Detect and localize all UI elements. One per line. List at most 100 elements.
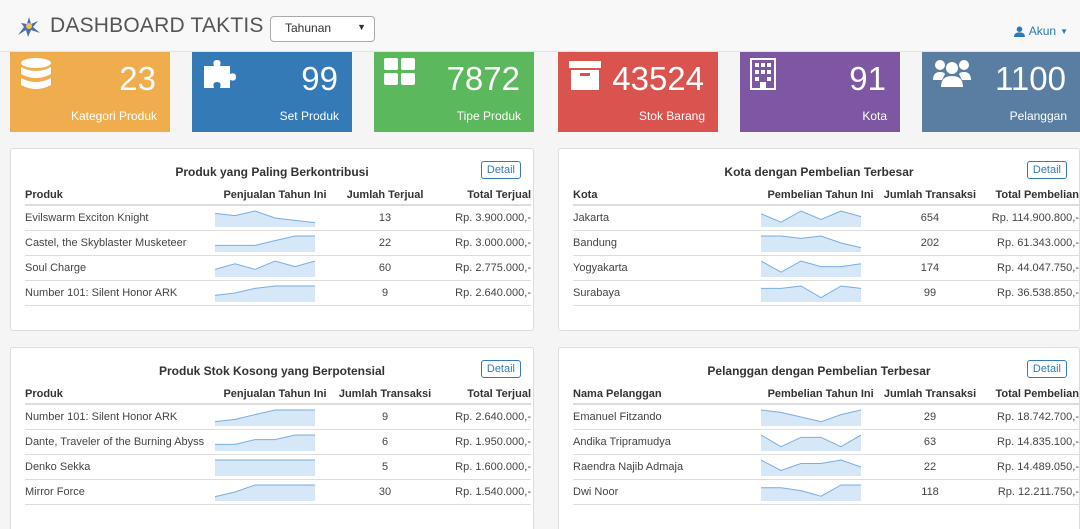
qty-cell: 30 xyxy=(335,479,435,505)
total-cell: Rp. 2.775.000,- xyxy=(435,255,531,281)
customer-name: Raendra Najib Admaja xyxy=(573,454,761,480)
sparkline-area xyxy=(215,210,315,227)
tile-value: 1100 xyxy=(995,60,1066,97)
product-name: Mirror Force xyxy=(25,479,215,505)
chevron-down-icon: ▼ xyxy=(357,22,366,32)
table-row[interactable]: Dante, Traveler of the Burning Abyss 6 Rp.… xyxy=(25,429,531,455)
total-cell: Rp. 2.640.000,- xyxy=(435,280,531,306)
tile-set-produk[interactable]: 99 Set Produk xyxy=(192,52,352,132)
account-menu[interactable]: Akun ▼ xyxy=(1013,24,1068,38)
total-cell: Rp. 36.538.850,- xyxy=(979,280,1079,306)
puzzle-icon xyxy=(202,58,238,97)
sparkline-area xyxy=(760,210,861,227)
table-row[interactable]: Evilswarm Exciton Knight 13 Rp. 3.900.000,… xyxy=(25,205,531,231)
sparkline-area xyxy=(215,459,315,476)
archive-icon xyxy=(568,58,602,97)
column-header: Jumlah Transaksi xyxy=(880,185,980,206)
column-header: Total Pembelian xyxy=(979,185,1079,206)
total-cell: Rp. 1.600.000,- xyxy=(435,454,531,480)
data-table: Produk Penjualan Tahun Ini Jumlah Transa… xyxy=(25,384,531,505)
panel-title: Kota dengan Pembelian Terbesar xyxy=(724,165,914,179)
qty-cell: 22 xyxy=(880,454,980,480)
tile-kategori-produk[interactable]: 23 Kategori Produk xyxy=(10,52,170,132)
database-icon xyxy=(20,58,52,101)
panel-top-customers: Pelanggan dengan Pembelian Terbesar Deta… xyxy=(558,347,1080,529)
table-row[interactable]: Castel, the Skyblaster Musketeer 22 Rp. 3.… xyxy=(25,230,531,256)
data-table: Kota Pembelian Tahun Ini Jumlah Transaks… xyxy=(573,185,1079,306)
table-row[interactable]: Number 101: Silent Honor ARK 9 Rp. 2.640.0… xyxy=(25,404,531,430)
table-row[interactable]: Andika Tripramudya 63 Rp. 14.835.100,- xyxy=(573,429,1079,455)
total-cell: Rp. 12.211.750,- xyxy=(979,479,1079,505)
sparkline xyxy=(215,409,315,426)
table-row[interactable]: Raendra Najib Admaja 22 Rp. 14.489.050,- xyxy=(573,454,1079,480)
caret-down-icon: ▼ xyxy=(1060,26,1068,36)
column-header: Jumlah Transaksi xyxy=(335,384,435,405)
panel-title: Produk Stok Kosong yang Berpotensial xyxy=(158,364,386,378)
panel-zero-stock: Produk Stok Kosong yang Berpotensial Det… xyxy=(10,347,534,529)
qty-cell: 118 xyxy=(880,479,980,505)
panel-top-products: Produk yang Paling Berkontribusi Detail … xyxy=(10,148,534,331)
grid-icon xyxy=(384,58,416,93)
column-header: Jumlah Transaksi xyxy=(880,384,980,405)
qty-cell: 654 xyxy=(880,205,980,231)
column-header: Pembelian Tahun Ini xyxy=(760,185,881,206)
total-cell: Rp. 1.540.000,- xyxy=(435,479,531,505)
tile-label: Set Produk xyxy=(279,109,339,123)
total-cell: Rp. 14.835.100,- xyxy=(979,429,1079,455)
table-row[interactable]: Dwi Noor 118 Rp. 12.211.750,- xyxy=(573,479,1079,505)
product-name: Soul Charge xyxy=(25,255,215,281)
total-cell: Rp. 1.950.000,- xyxy=(435,429,531,455)
total-cell: Rp. 3.000.000,- xyxy=(435,230,531,256)
panel-title: Produk yang Paling Berkontribusi xyxy=(175,165,369,179)
total-cell: Rp. 44.047.750,- xyxy=(979,255,1079,281)
table-row[interactable]: Jakarta 654 Rp. 114.900.800,- xyxy=(573,205,1079,231)
data-table: Produk Penjualan Tahun Ini Jumlah Terjua… xyxy=(25,185,531,306)
sparkline xyxy=(215,434,315,451)
column-header: Produk xyxy=(25,384,215,405)
tile-value: 23 xyxy=(119,60,156,97)
qty-cell: 5 xyxy=(335,454,435,480)
table-row[interactable]: Number 101: Silent Honor ARK 9 Rp. 2.640.0… xyxy=(25,280,531,306)
detail-button[interactable]: Detail xyxy=(480,360,521,378)
qty-cell: 9 xyxy=(335,280,435,306)
brand[interactable]: DASHBOARD TAKTIS xyxy=(16,10,264,42)
column-header: Produk xyxy=(25,185,215,206)
column-header: Penjualan Tahun Ini xyxy=(215,185,335,206)
top-navbar: DASHBOARD TAKTIS Tahunan ▼ Akun ▼ xyxy=(0,0,1080,52)
tile-kota[interactable]: 91 Kota xyxy=(740,52,900,132)
table-row[interactable]: Soul Charge 60 Rp. 2.775.000,- xyxy=(25,255,531,281)
detail-button[interactable]: Detail xyxy=(480,161,521,179)
panel-top-cities: Kota dengan Pembelian Terbesar Detail Ko… xyxy=(558,148,1080,331)
table-row[interactable]: Yogyakarta 174 Rp. 44.047.750,- xyxy=(573,255,1079,281)
product-name: Castel, the Skyblaster Musketeer xyxy=(25,230,215,256)
panel-title: Pelanggan dengan Pembelian Terbesar xyxy=(707,364,931,378)
table-row[interactable]: Bandung 202 Rp. 61.343.000,- xyxy=(573,230,1079,256)
table-row[interactable]: Surabaya 99 Rp. 36.538.850,- xyxy=(573,280,1079,306)
tile-value: 7872 xyxy=(446,60,520,97)
column-header: Total Pembelian xyxy=(979,384,1079,405)
qty-cell: 63 xyxy=(880,429,980,455)
tile-tipe-produk[interactable]: 7872 Tipe Produk xyxy=(374,52,534,132)
tile-stok-barang[interactable]: 43524 Stok Barang xyxy=(558,52,718,132)
table-row[interactable]: Emanuel Fitzando 29 Rp. 18.742.700,- xyxy=(573,404,1079,430)
sparkline xyxy=(760,284,861,302)
qty-cell: 99 xyxy=(880,280,980,306)
column-header: Total Terjual xyxy=(435,185,531,206)
dragon-logo-icon xyxy=(18,17,40,37)
detail-button[interactable]: Detail xyxy=(1026,360,1067,378)
column-header: Total Terjual xyxy=(435,384,531,405)
qty-cell: 13 xyxy=(335,205,435,231)
sparkline xyxy=(215,210,315,227)
detail-button[interactable]: Detail xyxy=(1026,161,1067,179)
qty-cell: 29 xyxy=(880,404,980,430)
sparkline xyxy=(215,459,315,476)
table-row[interactable]: Mirror Force 30 Rp. 1.540.000,- xyxy=(25,479,531,505)
product-name: Number 101: Silent Honor ARK xyxy=(25,280,215,306)
tile-label: Kota xyxy=(862,109,887,123)
period-select[interactable]: Tahunan ▼ xyxy=(270,16,375,42)
table-row[interactable]: Denko Sekka 5 Rp. 1.600.000,- xyxy=(25,454,531,480)
sparkline xyxy=(215,235,315,252)
qty-cell: 60 xyxy=(335,255,435,281)
tile-pelanggan[interactable]: 1100 Pelanggan xyxy=(922,52,1080,132)
column-header: Penjualan Tahun Ini xyxy=(215,384,335,405)
